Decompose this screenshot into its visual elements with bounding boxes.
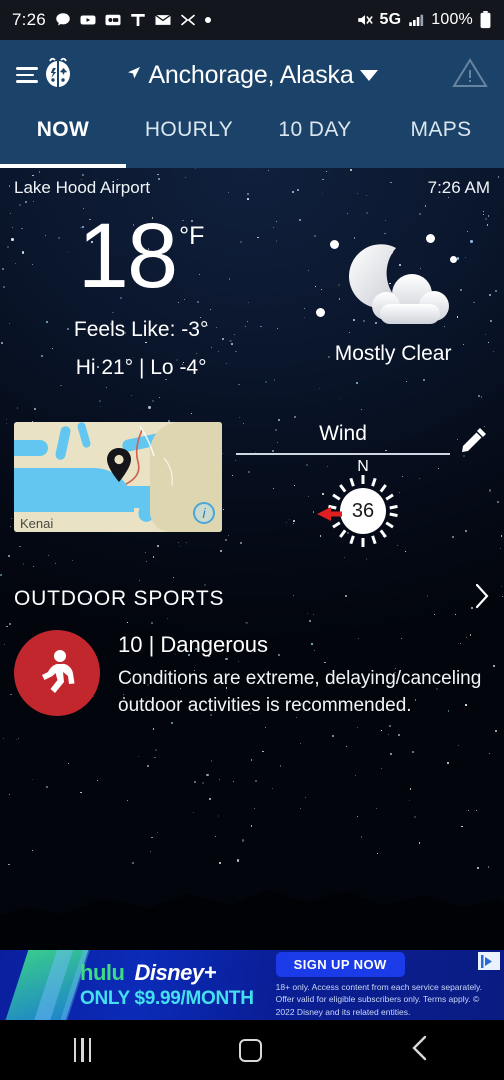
current-temperature-block: 18 °F Feels Like: -3° Hi 21° | Lo -4° (0, 205, 282, 380)
outdoor-sports-header[interactable]: OUTDOOR SPORTS (14, 583, 490, 614)
pencil-edit-icon[interactable] (460, 426, 490, 459)
tab-hourly[interactable]: HOURLY (126, 110, 252, 168)
tab-now[interactable]: NOW (0, 110, 126, 168)
wind-card-header: Wind (236, 422, 490, 459)
android-nav-bar (0, 1020, 504, 1080)
adchoices-icon[interactable] (478, 952, 500, 970)
voicemail-icon (104, 11, 122, 29)
wind-speed-value: 36 (340, 488, 386, 535)
temperature-unit: °F (179, 222, 205, 250)
map-thumbnail-card[interactable]: Kenai i (14, 422, 222, 533)
network-type-label: 5G (379, 11, 402, 28)
status-bar-clock: 7:26 (12, 10, 46, 29)
current-conditions: 18 °F Feels Like: -3° Hi 21° | Lo -4° Mo… (0, 198, 504, 380)
disney-plus-logo: Disney+ (134, 960, 216, 985)
wind-divider (236, 453, 450, 455)
map-pin-icon (106, 448, 132, 487)
status-bar: 7:26 5G 100% (0, 0, 504, 40)
ad-right-content: SIGN UP NOW 18+ only. Access content fro… (275, 952, 491, 1018)
outdoor-sports-title: OUTDOOR SPORTS (14, 586, 225, 610)
home-icon[interactable] (239, 1038, 263, 1062)
status-bar-left: 7:26 (12, 10, 212, 30)
ad-brand-row: hulu Disney+ (80, 960, 254, 986)
hulu-logo: hulu (80, 960, 125, 985)
wind-title: Wind (319, 422, 367, 446)
tab-maps[interactable]: MAPS (378, 110, 504, 168)
ad-left-content: hulu Disney+ ONLY $9.99/MONTH (80, 960, 254, 1010)
location-name[interactable]: Anchorage, Alaska (148, 61, 353, 90)
recents-icon[interactable] (73, 1038, 92, 1062)
wind-card: Wind N 36 (236, 422, 490, 548)
station-name: Lake Hood Airport (14, 178, 151, 197)
ad-banner[interactable]: hulu Disney+ ONLY $9.99/MONTH SIGN UP NO… (0, 950, 504, 1020)
location-arrow-icon (126, 65, 142, 86)
outdoor-sports-body: 10 | Dangerous Conditions are extreme, d… (14, 630, 490, 718)
status-bar-notification-icons (54, 11, 212, 29)
chat-bubble-icon (54, 11, 72, 29)
youtube-icon (79, 11, 97, 29)
alert-triangle-icon[interactable] (452, 57, 488, 94)
wind-title-wrap: Wind (236, 422, 450, 455)
weatherbug-ladybug-logo[interactable] (40, 56, 76, 95)
station-row: Lake Hood Airport 7:26 AM (0, 168, 504, 198)
mail-icon (154, 11, 172, 29)
wind-compass: N 36 (317, 458, 399, 548)
main-content: Lake Hood Airport 7:26 AM 18 °F Feels Li… (0, 168, 504, 960)
temperature-line: 18 °F (77, 205, 205, 307)
panels-row: Kenai i Wind N 36 (0, 422, 504, 548)
app-header: Anchorage, Alaska (0, 40, 504, 110)
condition-block: Mostly Clear (282, 212, 504, 380)
hi-lo-text: Hi 21° | Lo -4° (75, 356, 207, 380)
moon-with-cloud-icon (308, 226, 478, 336)
ad-price-text: ONLY $9.99/MONTH (80, 988, 254, 1009)
outdoor-sports-section[interactable]: OUTDOOR SPORTS 10 | Dangerous Conditions… (0, 583, 504, 718)
battery-icon (479, 11, 492, 29)
compass-north-label: N (357, 458, 369, 476)
mute-icon (356, 11, 374, 29)
current-temperature: 18 (77, 205, 178, 307)
signal-bars-icon (407, 11, 425, 29)
battery-percent-label: 100% (431, 11, 473, 28)
tab-10-day[interactable]: 10 DAY (252, 110, 378, 168)
condition-text: Mostly Clear (334, 342, 452, 365)
brand-group[interactable] (16, 56, 76, 95)
chevron-right-icon[interactable] (474, 583, 490, 614)
outdoor-sports-level: 10 | Dangerous (118, 632, 269, 658)
phone-screen: 7:26 5G 100% Anchorage, Alaska NOW HOURL… (0, 0, 504, 1080)
outdoor-sports-info: 10 | Dangerous Conditions are extreme, d… (118, 630, 490, 718)
status-bar-right: 5G 100% (356, 11, 492, 29)
dot-icon (204, 16, 212, 24)
feels-like-text: Feels Like: -3° (73, 318, 209, 342)
station-time: 7:26 AM (427, 178, 490, 197)
samsung-smartthings-icon (179, 11, 197, 29)
sign-up-now-button[interactable]: SIGN UP NOW (275, 952, 405, 978)
t-mobile-icon (129, 11, 147, 29)
outdoor-sports-description: Conditions are extreme, delaying/canceli… (118, 668, 482, 716)
running-person-icon (14, 630, 100, 717)
map-location-label: Kenai (20, 516, 54, 532)
hamburger-menu-icon[interactable] (16, 67, 38, 83)
wind-direction-arrow-icon (317, 506, 343, 527)
ad-fine-print: 18+ only. Access content from each servi… (275, 982, 483, 1017)
chevron-down-icon[interactable] (359, 69, 378, 81)
tab-bar: NOW HOURLY 10 DAY MAPS (0, 110, 504, 168)
back-icon[interactable] (410, 1035, 430, 1066)
